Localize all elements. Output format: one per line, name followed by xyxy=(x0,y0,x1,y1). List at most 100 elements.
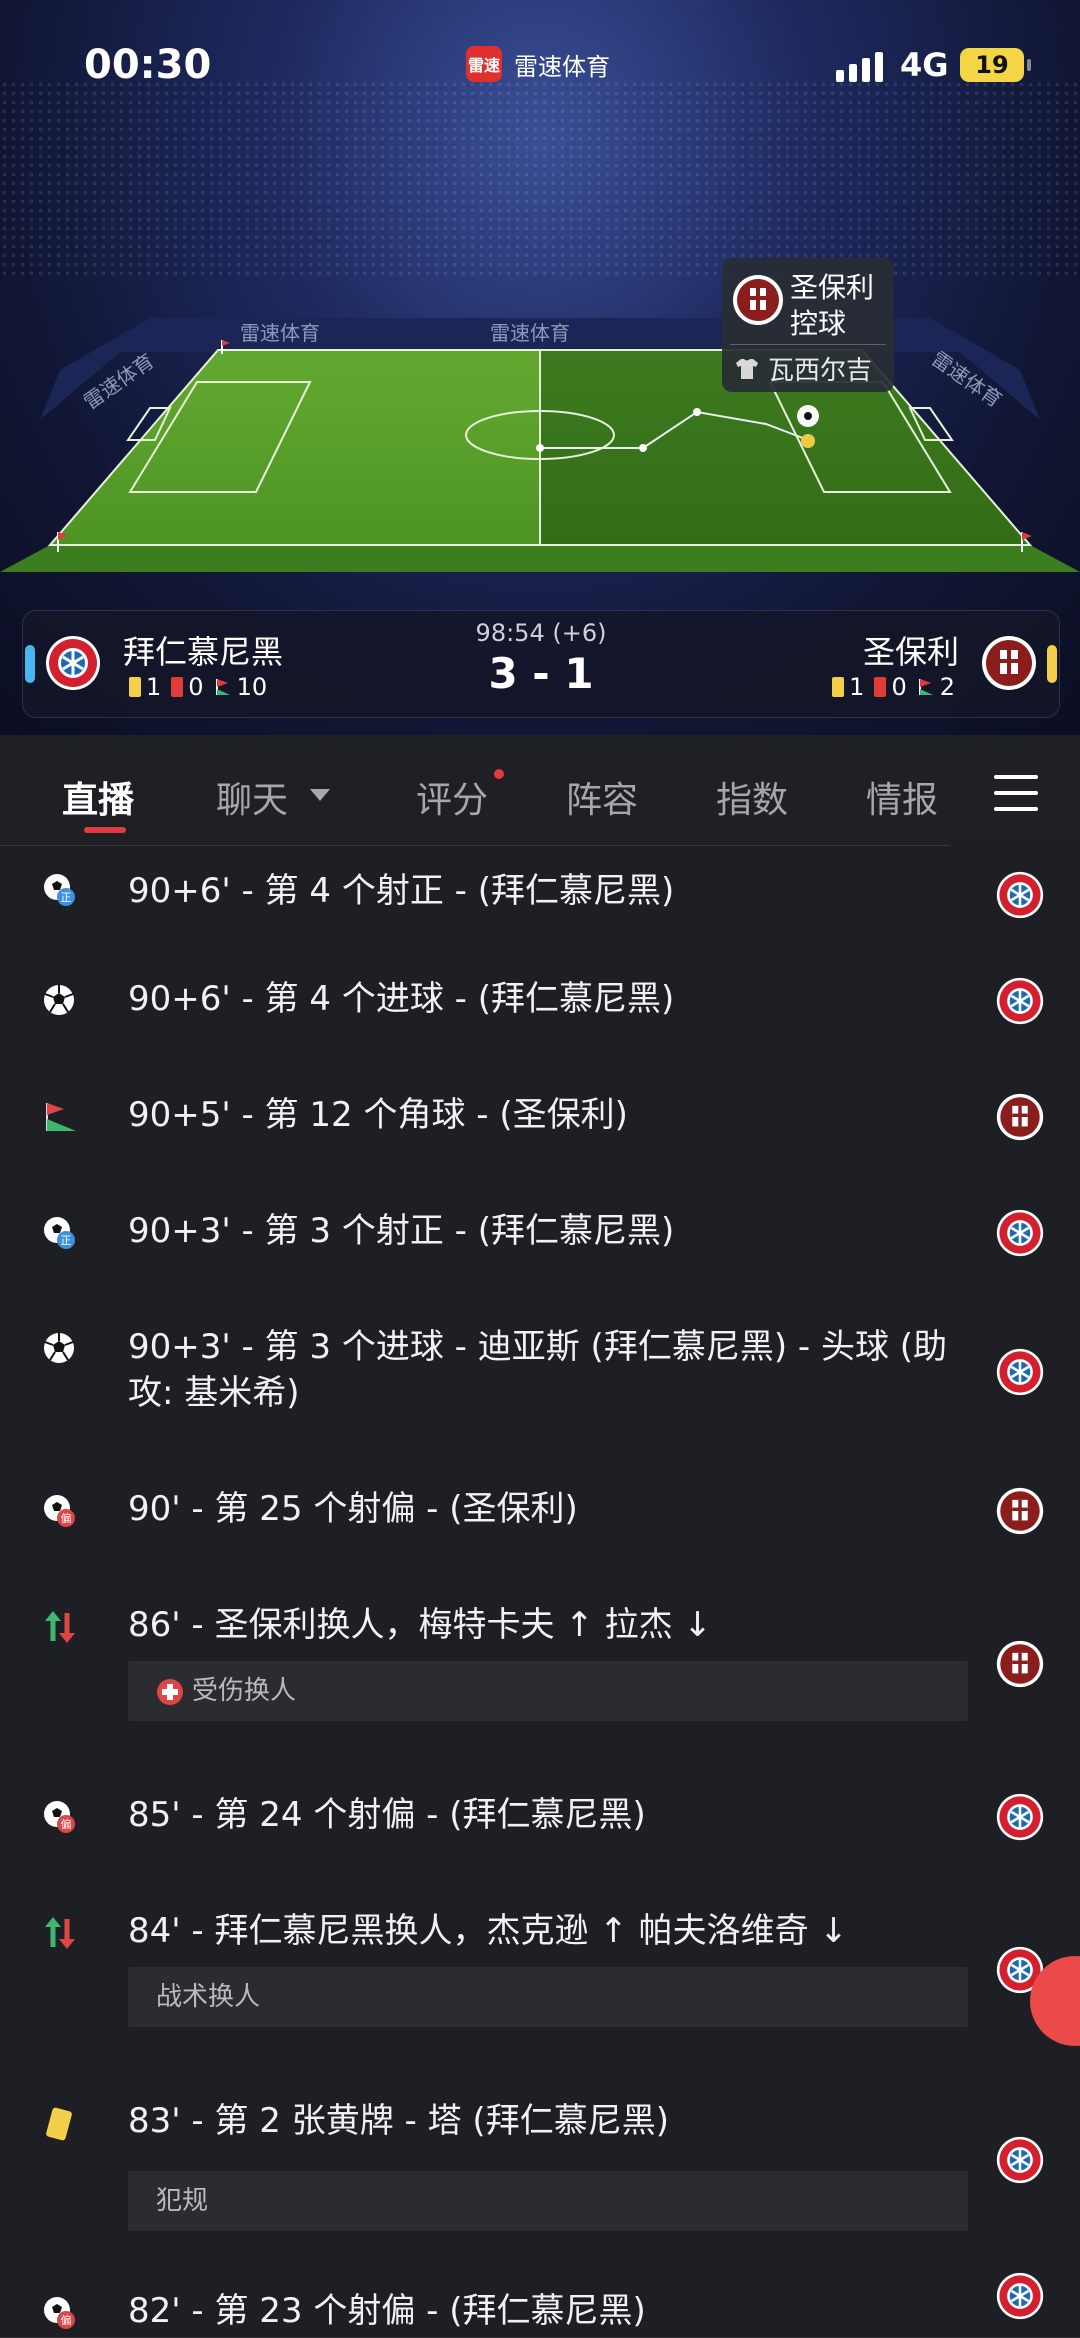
substitution-icon xyxy=(42,1915,78,1955)
event-text: 90+3' - 第 3 个进球 - 迪亚斯 (拜仁慕尼黑) - 头球 (助攻: … xyxy=(128,1327,948,1413)
event-note: 受伤换人 xyxy=(128,1661,968,1721)
svg-text:偏: 偏 xyxy=(61,2313,72,2327)
event-text: 90+6' - 第 4 个进球 - (拜仁慕尼黑) xyxy=(128,979,675,1019)
event-note: 犯规 xyxy=(128,2171,968,2231)
event-row[interactable]: 偏 82' - 第 23 个射偏 - (拜仁慕尼黑) xyxy=(0,2255,1080,2338)
home-team-crest xyxy=(996,1348,1044,1400)
svg-text:正: 正 xyxy=(61,891,72,904)
event-row[interactable]: 偏 90' - 第 25 个射偏 - (圣保利) xyxy=(0,1453,1080,1570)
match-header: 00:30 雷速 雷速体育 4G 19 雷速体育 雷速体育 雷速体育 雷速体育 … xyxy=(0,0,1080,735)
event-row[interactable]: 84' - 拜仁慕尼黑换人，杰克逊 ↑ 帕夫洛维奇 ↓ 战术换人 xyxy=(0,1875,1080,2066)
event-row[interactable]: 86' - 圣保利换人，梅特卡夫 ↑ 拉杰 ↓ 受伤换人 xyxy=(0,1569,1080,1760)
substitution-icon xyxy=(42,1609,78,1649)
stadium-crowd xyxy=(0,80,1080,280)
away-team-crest xyxy=(996,1487,1044,1539)
event-row[interactable]: 90+6' - 第 4 个进球 - (拜仁慕尼黑) xyxy=(0,943,1080,1060)
tab-bar: 直播 聊天 评分 阵容 指数 情报 xyxy=(0,735,1080,845)
away-team-stats: 1 0 2 xyxy=(832,673,955,701)
possession-player: 瓦西尔吉 xyxy=(768,356,873,386)
possession-team: 圣保利 xyxy=(790,271,875,304)
battery-level: 19 xyxy=(975,51,1009,79)
shot-on-target-icon: 正 xyxy=(42,872,78,912)
home-team-crest xyxy=(996,977,1044,1029)
status-bar: 00:30 雷速 雷速体育 4G 19 xyxy=(0,30,1080,110)
possession-player-row: 瓦西尔吉 xyxy=(734,350,872,387)
away-team-crest xyxy=(982,636,1036,690)
event-row[interactable]: 90+5' - 第 12 个角球 - (圣保利) xyxy=(0,1059,1080,1176)
event-note: 战术换人 xyxy=(128,1967,968,2027)
signal-icon xyxy=(836,50,883,82)
shot-off-target-icon: 偏 xyxy=(42,2295,78,2335)
notification-dot xyxy=(494,769,504,779)
pitch-view: 雷速体育 雷速体育 雷速体育 雷速体育 xyxy=(0,318,1080,572)
goal-icon xyxy=(42,983,76,1021)
tab-odds[interactable]: 指数 xyxy=(716,771,788,823)
tab-live[interactable]: 直播 xyxy=(62,771,134,823)
away-team-crest xyxy=(996,1093,1044,1145)
pitch-front-edge xyxy=(0,545,1080,572)
board-label-1: 雷速体育 xyxy=(240,322,320,345)
board-label-2: 雷速体育 xyxy=(490,322,570,345)
home-team-crest xyxy=(996,2136,1044,2188)
home-team-crest xyxy=(996,871,1044,923)
event-text: 84' - 拜仁慕尼黑换人，杰克逊 ↑ 帕夫洛维奇 ↓ xyxy=(128,1911,848,1951)
battery-icon: 19 xyxy=(960,48,1024,82)
event-text: 83' - 第 2 张黄牌 - 塔 (拜仁慕尼黑) xyxy=(128,2101,669,2141)
corner-icon xyxy=(918,679,933,695)
tab-lineup[interactable]: 阵容 xyxy=(566,771,638,823)
event-row[interactable]: 正 90+3' - 第 3 个射正 - (拜仁慕尼黑) xyxy=(0,1175,1080,1292)
chevron-down-icon[interactable] xyxy=(310,789,330,801)
home-team-crest xyxy=(996,1209,1044,1261)
yellow-card-icon xyxy=(832,677,845,697)
away-yellow-count: 1 xyxy=(849,673,865,701)
svg-text:偏: 偏 xyxy=(61,1817,72,1831)
svg-text:正: 正 xyxy=(61,1234,72,1247)
status-time: 00:30 xyxy=(84,42,212,88)
tab-chat[interactable]: 聊天 xyxy=(216,771,288,823)
app-logo: 雷速 xyxy=(466,46,502,82)
away-team-name: 圣保利 xyxy=(862,633,959,671)
event-note-text: 战术换人 xyxy=(156,1982,261,2012)
away-red-count: 0 xyxy=(891,673,907,701)
popup-divider xyxy=(730,344,886,345)
app-badge: 雷速 雷速体育 xyxy=(466,46,610,82)
tab-intel[interactable]: 情报 xyxy=(866,771,938,823)
home-team-crest xyxy=(996,2272,1044,2324)
event-text: 85' - 第 24 个射偏 - (拜仁慕尼黑) xyxy=(128,1795,646,1835)
svg-text:偏: 偏 xyxy=(61,1511,72,1525)
shot-off-target-icon: 偏 xyxy=(42,1799,78,1839)
possession-status: 控球 xyxy=(790,307,847,340)
event-text: 90+6' - 第 4 个射正 - (拜仁慕尼黑) xyxy=(128,871,675,911)
away-corner-count: 2 xyxy=(939,673,955,701)
event-text: 90+5' - 第 12 个角球 - (圣保利) xyxy=(128,1095,628,1135)
yellow-card-icon xyxy=(42,2105,76,2149)
red-card-icon xyxy=(874,677,887,697)
event-row[interactable]: 正 90+6' - 第 4 个射正 - (拜仁慕尼黑) xyxy=(0,846,1080,944)
shot-on-target-icon: 正 xyxy=(42,1215,78,1255)
away-team-crest xyxy=(996,1640,1044,1692)
event-row[interactable]: 偏 85' - 第 24 个射偏 - (拜仁慕尼黑) xyxy=(0,1759,1080,1876)
shot-off-target-icon: 偏 xyxy=(42,1493,78,1533)
menu-icon[interactable] xyxy=(994,775,1038,811)
tab-active-indicator xyxy=(84,827,126,833)
event-text: 90' - 第 25 个射偏 - (圣保利) xyxy=(128,1489,578,1529)
event-text: 90+3' - 第 3 个射正 - (拜仁慕尼黑) xyxy=(128,1211,675,1251)
event-row[interactable]: 83' - 第 2 张黄牌 - 塔 (拜仁慕尼黑) 犯规 xyxy=(0,2065,1080,2256)
away-team-crest xyxy=(733,275,783,325)
battery-cap xyxy=(1027,59,1031,71)
event-note-text: 受伤换人 xyxy=(192,1676,297,1706)
ball-marker xyxy=(801,434,815,448)
event-text: 82' - 第 23 个射偏 - (拜仁慕尼黑) xyxy=(128,2291,646,2331)
network-type: 4G xyxy=(900,46,949,84)
app-name: 雷速体育 xyxy=(514,52,610,81)
event-note-text: 犯规 xyxy=(156,2186,209,2216)
injury-icon xyxy=(156,1676,192,1706)
away-accent-bar xyxy=(1047,645,1057,683)
score-bar[interactable]: 拜仁慕尼黑 1 0 10 98:54 (+6) 3 - 1 圣保利 1 0 2 xyxy=(22,610,1060,718)
tab-rating[interactable]: 评分 xyxy=(416,771,488,823)
event-row[interactable]: 90+3' - 第 3 个进球 - 迪亚斯 (拜仁慕尼黑) - 头球 (助攻: … xyxy=(0,1291,1080,1454)
jersey-icon xyxy=(736,358,758,379)
goal-icon xyxy=(42,1331,76,1369)
possession-popup: 圣保利 控球 瓦西尔吉 xyxy=(722,258,894,392)
home-team-crest xyxy=(996,1793,1044,1845)
